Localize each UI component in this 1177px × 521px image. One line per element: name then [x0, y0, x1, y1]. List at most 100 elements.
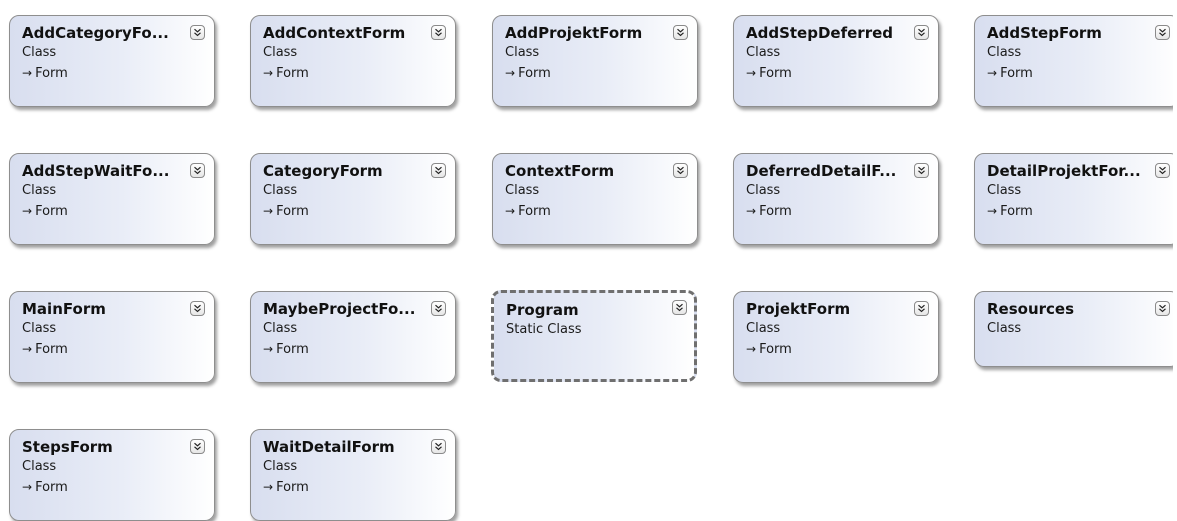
class-name: AddStepDeferred [746, 24, 893, 42]
expand-toggle-icon[interactable] [914, 163, 929, 178]
class-base: → Form [263, 477, 443, 498]
expand-toggle-icon[interactable] [431, 301, 446, 316]
class-base: → Form [22, 63, 202, 84]
inheritance-arrow-icon: → [263, 204, 274, 218]
canvas-edge [1173, 0, 1177, 520]
expand-toggle-icon[interactable] [431, 163, 446, 178]
class-base: → Form [505, 201, 685, 222]
class-shape[interactable]: AddStepForm Class → Form [974, 15, 1177, 107]
class-base: → Form [263, 201, 443, 222]
class-name: DetailProjektFor... [987, 162, 1141, 180]
class-base: → Form [746, 201, 926, 222]
expand-toggle-icon[interactable] [190, 25, 205, 40]
class-shape[interactable]: Resources Class [974, 291, 1177, 367]
class-base: → Form [263, 339, 443, 360]
class-name: AddStepWaitFo... [22, 162, 170, 180]
class-base: → Form [22, 201, 202, 222]
class-name: DeferredDetailF... [746, 162, 897, 180]
base-class-name: Form [276, 480, 309, 495]
class-kind: Class [22, 321, 57, 336]
class-shape[interactable]: DeferredDetailF... Class → Form [733, 153, 939, 245]
class-kind: Class [263, 321, 298, 336]
base-class-name: Form [35, 342, 68, 357]
expand-toggle-icon[interactable] [190, 163, 205, 178]
inheritance-arrow-icon: → [746, 342, 757, 356]
expand-toggle-icon[interactable] [914, 301, 929, 316]
class-base: → Form [746, 339, 926, 360]
class-shape[interactable]: AddContextForm Class → Form [250, 15, 456, 107]
inheritance-arrow-icon: → [22, 480, 33, 494]
expand-toggle-icon[interactable] [1155, 301, 1170, 316]
expand-toggle-icon[interactable] [431, 25, 446, 40]
class-shape[interactable]: StepsForm Class → Form [9, 429, 215, 521]
class-kind: Class [22, 183, 57, 198]
class-kind: Class [263, 183, 298, 198]
class-name: Program [506, 301, 579, 319]
expand-toggle-icon[interactable] [673, 163, 688, 178]
class-shape[interactable]: DetailProjektFor... Class → Form [974, 153, 1177, 245]
class-base: → Form [746, 63, 926, 84]
class-diagram-canvas: AddCategoryFo... Class → Form AddContextF… [0, 0, 1177, 521]
class-shape[interactable]: MainForm Class → Form [9, 291, 215, 383]
class-shape[interactable]: WaitDetailForm Class → Form [250, 429, 456, 521]
class-kind: Class [987, 45, 1022, 60]
inheritance-arrow-icon: → [22, 204, 33, 218]
class-kind: Class [746, 321, 781, 336]
base-class-name: Form [35, 66, 68, 81]
expand-toggle-icon[interactable] [914, 25, 929, 40]
class-shape[interactable]: AddProjektForm Class → Form [492, 15, 698, 107]
class-kind: Class [505, 45, 540, 60]
base-class-name: Form [276, 342, 309, 357]
class-shape[interactable]: AddStepDeferred Class → Form [733, 15, 939, 107]
expand-toggle-icon[interactable] [431, 439, 446, 454]
class-name: ContextForm [505, 162, 615, 180]
base-class-name: Form [276, 66, 309, 81]
inheritance-arrow-icon: → [263, 480, 274, 494]
class-shape[interactable]: AddStepWaitFo... Class → Form [9, 153, 215, 245]
class-base: → Form [22, 339, 202, 360]
class-base: → Form [987, 201, 1167, 222]
class-kind: Class [746, 183, 781, 198]
expand-toggle-icon[interactable] [672, 300, 687, 315]
class-name: StepsForm [22, 438, 113, 456]
class-name: Resources [987, 300, 1075, 318]
inheritance-arrow-icon: → [987, 204, 998, 218]
base-class-name: Form [1000, 66, 1033, 81]
base-class-name: Form [759, 342, 792, 357]
class-kind: Class [263, 459, 298, 474]
class-name: AddContextForm [263, 24, 406, 42]
class-shape[interactable]: ProjektForm Class → Form [733, 291, 939, 383]
base-class-name: Form [35, 480, 68, 495]
expand-toggle-icon[interactable] [673, 25, 688, 40]
class-name: WaitDetailForm [263, 438, 395, 456]
class-shape[interactable]: CategoryForm Class → Form [250, 153, 456, 245]
class-base: → Form [22, 477, 202, 498]
base-class-name: Form [759, 204, 792, 219]
class-shape[interactable]: AddCategoryFo... Class → Form [9, 15, 215, 107]
base-class-name: Form [518, 204, 551, 219]
class-kind: Class [505, 183, 540, 198]
class-kind: Class [22, 45, 57, 60]
base-class-name: Form [35, 204, 68, 219]
expand-toggle-icon[interactable] [190, 439, 205, 454]
class-name: MainForm [22, 300, 106, 318]
class-base: → Form [987, 63, 1167, 84]
inheritance-arrow-icon: → [22, 342, 33, 356]
class-shape[interactable]: MaybeProjectFo... Class → Form [250, 291, 456, 383]
inheritance-arrow-icon: → [505, 66, 516, 80]
expand-toggle-icon[interactable] [1155, 163, 1170, 178]
class-name: CategoryForm [263, 162, 383, 180]
inheritance-arrow-icon: → [746, 204, 757, 218]
base-class-name: Form [1000, 204, 1033, 219]
expand-toggle-icon[interactable] [190, 301, 205, 316]
class-name: AddCategoryFo... [22, 24, 169, 42]
base-class-name: Form [518, 66, 551, 81]
inheritance-arrow-icon: → [263, 342, 274, 356]
expand-toggle-icon[interactable] [1155, 25, 1170, 40]
class-name: ProjektForm [746, 300, 851, 318]
class-kind: Class [746, 45, 781, 60]
class-name: AddProjektForm [505, 24, 643, 42]
class-name: AddStepForm [987, 24, 1102, 42]
class-shape-selected[interactable]: Program Static Class [491, 290, 697, 382]
class-shape[interactable]: ContextForm Class → Form [492, 153, 698, 245]
